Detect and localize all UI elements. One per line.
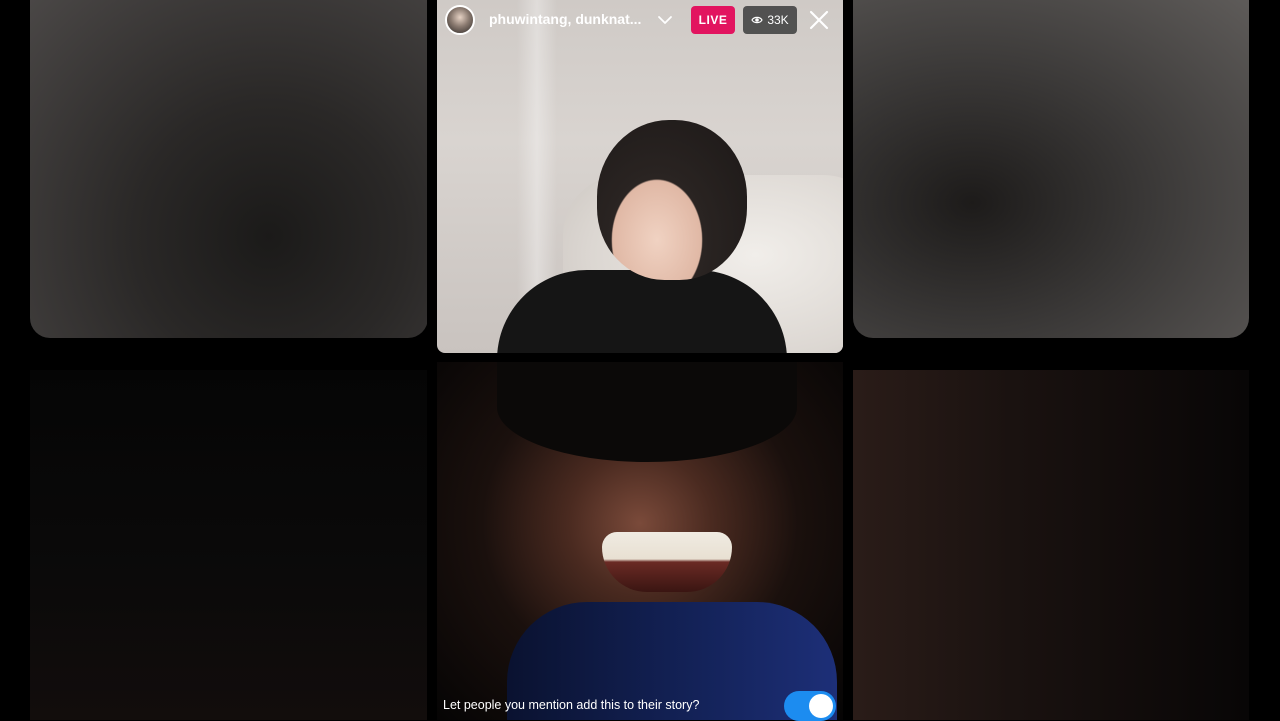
eye-icon <box>751 16 764 24</box>
video-feed-guest[interactable] <box>437 362 843 720</box>
live-stream-viewer: phuwintang, dunknat... LIVE 33K Let peop… <box>427 0 853 721</box>
background-blur-bottom-left <box>30 370 428 720</box>
video-feed-host[interactable] <box>437 0 843 353</box>
story-share-prompt: Let people you mention add this to their… <box>443 698 700 712</box>
live-badge: LIVE <box>691 6 735 34</box>
background-blur-right <box>853 0 1249 338</box>
live-header: phuwintang, dunknat... LIVE 33K <box>437 0 843 40</box>
toggle-knob <box>809 694 833 718</box>
avatar[interactable] <box>445 5 475 35</box>
viewer-count: 33K <box>767 13 789 27</box>
background-blur-left <box>30 0 428 338</box>
background-blur-bottom-right <box>853 370 1249 720</box>
chevron-down-icon[interactable] <box>657 12 673 28</box>
person-smile <box>602 532 732 592</box>
participant-names[interactable]: phuwintang, dunknat... <box>489 11 641 27</box>
close-icon[interactable] <box>809 10 829 30</box>
person-head <box>597 120 747 280</box>
viewer-count-badge[interactable]: 33K <box>743 6 797 34</box>
person-hair <box>497 362 797 462</box>
person-body <box>497 270 787 353</box>
story-share-toggle[interactable] <box>784 691 836 721</box>
live-label: LIVE <box>698 13 728 27</box>
story-share-bar: Let people you mention add this to their… <box>427 686 853 721</box>
